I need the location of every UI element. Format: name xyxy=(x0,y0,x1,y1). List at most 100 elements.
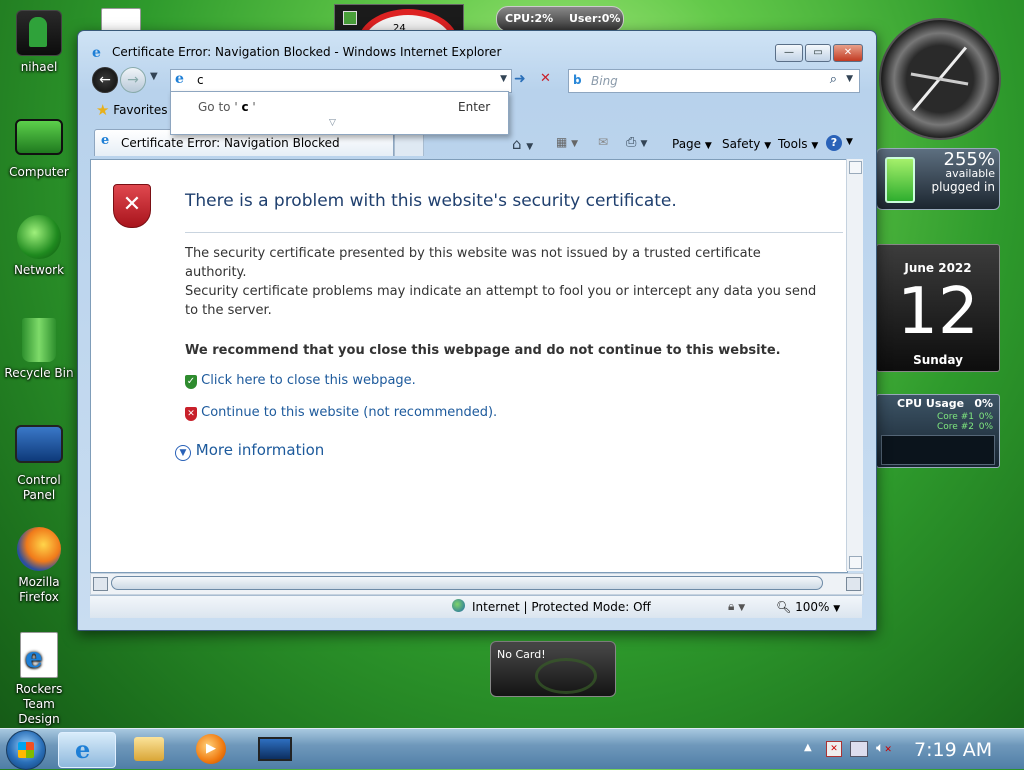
scroll-left-icon[interactable] xyxy=(93,577,108,591)
scroll-down-icon[interactable] xyxy=(849,556,862,569)
zoom-level: 100% xyxy=(795,600,830,614)
scroll-right-icon[interactable] xyxy=(846,577,861,591)
help-button[interactable]: ? xyxy=(826,135,842,151)
desktop-icon-computer[interactable]: Computer xyxy=(0,115,78,180)
desktop-icon-control-panel[interactable]: Control Panel xyxy=(0,425,78,503)
green-shield-icon: ✓ xyxy=(185,375,197,389)
clock-hand-icon xyxy=(910,72,969,86)
page-menu[interactable]: Page ▼ xyxy=(672,137,712,151)
desktop-icon-user[interactable]: nihael xyxy=(0,10,78,75)
address-bar[interactable]: e c ▼ xyxy=(170,69,512,93)
home-button[interactable]: ⌂ ▼ xyxy=(512,135,533,153)
firefox-icon xyxy=(17,527,61,571)
taskbar-remote-desktop-button[interactable] xyxy=(244,732,300,766)
user-percent: User:0% xyxy=(569,12,621,25)
windows-logo-icon xyxy=(18,742,34,758)
more-info-link[interactable]: More information xyxy=(196,441,325,459)
desktop-icon-label: Computer xyxy=(9,165,69,179)
desktop-icon-label: Control Panel xyxy=(17,473,61,502)
desktop-icon-firefox[interactable]: Mozilla Firefox xyxy=(0,527,78,605)
core2-label: Core #2 xyxy=(937,422,974,432)
status-bar: Internet | Protected Mode: Off 🔒︎ ▼ 🔍︎ 1… xyxy=(90,595,862,618)
scroll-up-icon[interactable] xyxy=(849,161,862,174)
help-dropdown-icon[interactable]: ▼ xyxy=(846,137,853,147)
media-player-icon: ▶ xyxy=(196,734,226,764)
autocomplete-expand-icon[interactable]: ▽ xyxy=(329,118,336,128)
security-zone[interactable]: Internet | Protected Mode: Off xyxy=(472,600,651,614)
network-tray-icon[interactable] xyxy=(850,741,868,757)
tab-label: Certificate Error: Navigation Blocked xyxy=(121,136,340,150)
address-dropdown-icon[interactable]: ▼ xyxy=(500,74,507,84)
close-page-link[interactable]: Click here to close this webpage. xyxy=(201,373,416,388)
nvidia-status: No Card! xyxy=(497,648,546,661)
analog-clock-gadget xyxy=(879,18,1001,140)
continue-option[interactable]: ✕ Continue to this website (not recommen… xyxy=(185,405,497,421)
volume-tray-icon[interactable]: 🔈︎✕ xyxy=(876,740,892,756)
search-options-icon[interactable]: ▼ xyxy=(846,74,853,84)
goto-suggestion[interactable]: Go to ' c ' xyxy=(198,100,256,114)
battery-available: available xyxy=(945,167,995,180)
action-center-icon[interactable]: ✕ xyxy=(826,741,842,757)
back-button[interactable]: ← xyxy=(92,67,118,93)
goto-suffix: ' xyxy=(252,100,256,114)
safety-menu[interactable]: Safety ▼ xyxy=(722,137,771,151)
scroll-thumb[interactable] xyxy=(111,576,823,590)
taskbar-explorer-button[interactable] xyxy=(120,732,176,766)
zoom-control[interactable]: 🔍︎ 100% ▼ xyxy=(776,600,840,614)
vertical-scrollbar[interactable] xyxy=(846,159,863,571)
protected-mode-icon[interactable]: 🔒︎ ▼ xyxy=(728,599,745,614)
error-para-1: The security certificate presented by th… xyxy=(185,246,761,280)
calendar-weekday: Sunday xyxy=(913,353,963,367)
close-button[interactable]: ✕ xyxy=(833,44,863,62)
clock[interactable]: 7:19 AM xyxy=(914,739,992,761)
minimize-button[interactable]: — xyxy=(775,44,803,62)
feeds-button[interactable]: ▦ ▼ xyxy=(556,135,578,149)
continue-link[interactable]: Continue to this website (not recommende… xyxy=(201,405,497,420)
address-autocomplete[interactable]: Go to ' c ' Enter ▽ xyxy=(170,91,509,135)
desktop-icon-label: nihael xyxy=(20,60,58,74)
search-box[interactable]: b Bing ⌕ ▼ xyxy=(568,69,860,93)
cpu-graph xyxy=(881,435,995,465)
page-content: ✕ There is a problem with this website's… xyxy=(90,159,848,573)
safety-menu-label: Safety xyxy=(722,137,761,151)
stop-button[interactable]: ✕ xyxy=(540,71,551,86)
address-input[interactable]: c xyxy=(197,73,204,87)
core1-value: 0% xyxy=(978,412,993,422)
maximize-button[interactable]: ▭ xyxy=(805,44,831,62)
tools-menu[interactable]: Tools ▼ xyxy=(778,137,818,151)
network-icon xyxy=(17,215,61,259)
favorites-star-icon: ★ xyxy=(96,101,110,119)
window-title: Certificate Error: Navigation Blocked - … xyxy=(112,45,502,59)
more-info-toggle[interactable]: ▼ More information xyxy=(175,441,324,461)
desktop-icon-network[interactable]: Network xyxy=(0,215,78,278)
tools-menu-label: Tools xyxy=(778,137,808,151)
taskbar-media-player-button[interactable]: ▶ xyxy=(182,732,238,766)
desktop-icon-recycle-bin[interactable]: Recycle Bin xyxy=(0,318,78,381)
start-button[interactable] xyxy=(6,730,46,770)
print-button[interactable]: ⎙ ▼ xyxy=(626,135,647,150)
favorites-button[interactable]: ★ Favorites xyxy=(96,101,174,125)
desktop-icon-ie-shortcut[interactable]: e Rockers Team Design Studio xyxy=(0,632,78,742)
close-page-option[interactable]: ✓ Click here to close this webpage. xyxy=(185,373,416,389)
goto-value: c xyxy=(241,100,249,114)
search-icon[interactable]: ⌕ xyxy=(830,72,837,87)
show-hidden-icons[interactable]: ▲ xyxy=(804,742,812,753)
go-button[interactable]: ➜ xyxy=(514,71,526,87)
ie-title-icon: e xyxy=(92,45,101,61)
calendar-day: 12 xyxy=(897,275,979,349)
search-placeholder: Bing xyxy=(591,74,618,88)
ie-taskbar-icon: e xyxy=(75,735,91,764)
control-panel-icon xyxy=(15,425,63,463)
core1-label: Core #1 xyxy=(937,412,974,422)
forward-button[interactable]: → xyxy=(120,67,146,93)
horizontal-scrollbar[interactable] xyxy=(90,573,864,595)
expand-chevron-icon: ▼ xyxy=(175,445,191,461)
enter-hint: Enter xyxy=(458,100,491,114)
taskbar: e ▶ ▲ ✕ 🔈︎✕ 7:19 AM xyxy=(0,728,1024,770)
mail-button[interactable]: ✉ xyxy=(598,135,608,149)
forward-arrow-icon: → xyxy=(127,72,139,88)
battery-gadget: 255% available plugged in xyxy=(876,148,1000,210)
recent-pages-dropdown[interactable]: ▼ xyxy=(150,71,158,82)
taskbar-ie-button[interactable]: e xyxy=(58,732,116,768)
recommendation-text: We recommend that you close this webpage… xyxy=(185,343,781,358)
